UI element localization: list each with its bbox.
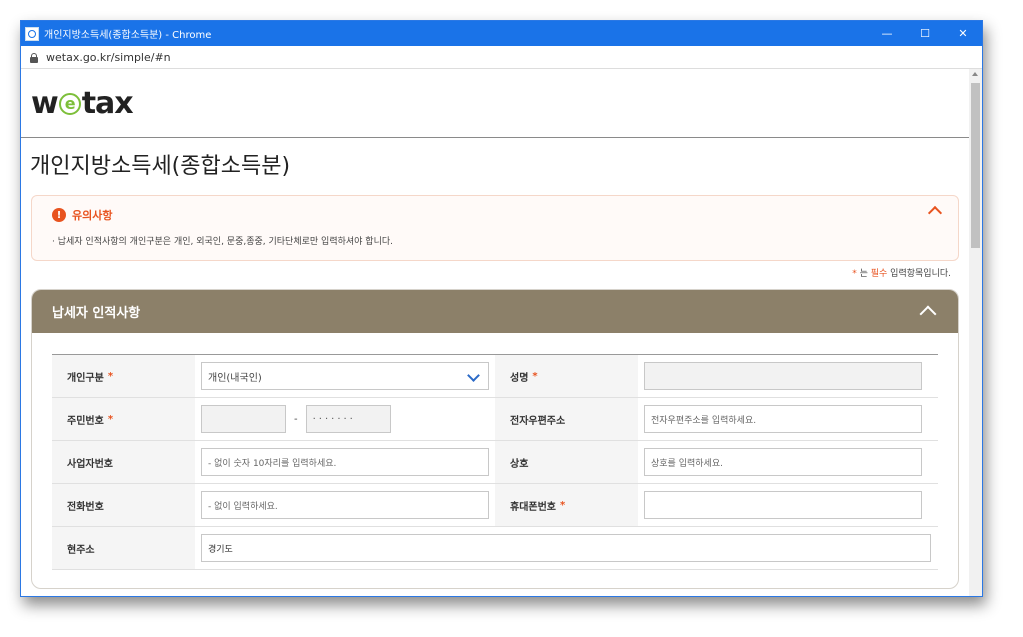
mobile-label: 휴대폰번호 * (495, 484, 638, 526)
rrn-front-input (201, 405, 286, 433)
notice-box: ! 유의사항 · 납세자 인적사항의 개인구분은 개인, 외국인, 문중,종중,… (31, 195, 959, 261)
email-label: 전자우편주소 (495, 398, 638, 440)
required-note: * 는 필수 입력항목입니다. (852, 266, 951, 279)
required-mark: * (107, 370, 114, 382)
wetax-logo[interactable]: w e tax (31, 86, 134, 121)
maximize-button[interactable]: ☐ (906, 21, 944, 46)
form-row: 전화번호 - 없이 입력하세요. 휴대폰번호 * (52, 484, 938, 527)
url-text[interactable]: wetax.go.kr/simple/#n (46, 51, 171, 64)
required-mark: * (560, 499, 566, 511)
email-field-cell: 전자우편주소를 입력하세요. (638, 398, 930, 440)
required-mark: * (107, 413, 114, 425)
logo-text-tax: tax (81, 86, 134, 121)
name-field-cell (638, 355, 930, 397)
chevron-up-icon[interactable] (919, 305, 937, 323)
mobile-label-text: 휴대폰번호 (510, 501, 556, 513)
type-label: 개인구분 * (52, 355, 195, 397)
rrn-field-cell: - ······· (195, 398, 495, 440)
section-title: 납세자 인적사항 (52, 306, 141, 321)
close-button[interactable]: ✕ (944, 21, 982, 46)
rrn-label-text: 주민번호 (67, 415, 104, 427)
page-viewport: w e tax 개인지방소득세(종합소득분) ! 유의사항 · 납세자 인적사항의 … (21, 69, 969, 596)
form-row: 현주소 경기도 (52, 527, 938, 570)
logo-text-w: w (31, 86, 59, 121)
required-note-post: 입력항목입니다. (887, 269, 951, 279)
trade-name-input[interactable]: 상호를 입력하세요. (644, 448, 922, 476)
name-label-text: 성명 (510, 372, 529, 384)
required-mark: * (532, 370, 538, 382)
warning-icon: ! (52, 208, 66, 222)
address-input[interactable]: 경기도 (201, 534, 931, 562)
bizno-input[interactable]: - 없이 숫자 10자리를 입력하세요. (201, 448, 489, 476)
vertical-scrollbar[interactable] (969, 69, 982, 596)
notice-heading[interactable]: ! 유의사항 (52, 207, 112, 223)
form-row: 개인구분 * 개인(내국인) 성명 * (52, 355, 938, 398)
trade-name-label: 상호 (495, 441, 638, 483)
bizno-field-cell: - 없이 숫자 10자리를 입력하세요. (195, 441, 495, 483)
rrn-dash: - (294, 413, 298, 425)
chevron-down-icon (467, 369, 480, 382)
logo-e-icon: e (58, 92, 81, 115)
rrn-label: 주민번호 * (52, 398, 195, 440)
bizno-label: 사업자번호 (52, 441, 195, 483)
window-title: 개인지방소득세(종합소득분) - Chrome (44, 30, 212, 41)
form-row: 사업자번호 - 없이 숫자 10자리를 입력하세요. 상호 상호를 입력하세요. (52, 441, 938, 484)
taxpayer-type-select[interactable]: 개인(내국인) (201, 362, 489, 390)
required-note-emph: 필수 (870, 269, 888, 279)
phone-input[interactable]: - 없이 입력하세요. (201, 491, 489, 519)
phone-label: 전화번호 (52, 484, 195, 526)
scroll-up-arrow-icon[interactable] (972, 72, 978, 76)
minimize-button[interactable]: — (868, 21, 906, 46)
mobile-input[interactable] (644, 491, 922, 519)
scrollbar-thumb[interactable] (971, 83, 980, 248)
phone-field-cell: - 없이 입력하세요. (195, 484, 495, 526)
page-title: 개인지방소득세(종합소득분) (30, 154, 291, 179)
trade-name-field-cell: 상호를 입력하세요. (638, 441, 930, 483)
title-bar: 개인지방소득세(종합소득분) - Chrome — ☐ ✕ (21, 21, 982, 46)
type-label-text: 개인구분 (67, 372, 104, 384)
section-header[interactable]: 납세자 인적사항 (32, 290, 958, 333)
notice-heading-label: 유의사항 (72, 209, 113, 222)
email-input[interactable]: 전자우편주소를 입력하세요. (644, 405, 922, 433)
name-label: 성명 * (495, 355, 638, 397)
lock-icon (30, 52, 38, 63)
address-field-cell: 경기도 (195, 527, 938, 569)
notice-text: · 납세자 인적사항의 개인구분은 개인, 외국인, 문중,종중, 기타단체로만… (52, 237, 393, 247)
name-input (644, 362, 922, 390)
form-row: 주민번호 * - ······· 전자우편주소 전자우편주소를 입력하세요. (52, 398, 938, 441)
address-label: 현주소 (52, 527, 195, 569)
taxpayer-info-section: 납세자 인적사항 개인구분 * 개인(내국인) 성명 * 주민번호 * - ··… (31, 289, 959, 589)
type-field-cell: 개인(내국인) (195, 355, 495, 397)
favicon-icon (25, 26, 39, 41)
required-note-pre: 는 (856, 269, 871, 279)
taxpayer-form: 개인구분 * 개인(내국인) 성명 * 주민번호 * - ······· 전자우… (52, 354, 938, 570)
rrn-back-input: ······· (305, 405, 391, 433)
site-header: w e tax (21, 69, 969, 138)
chevron-up-icon[interactable] (927, 205, 943, 221)
address-bar[interactable]: wetax.go.kr/simple/#n (21, 46, 982, 69)
browser-window: 개인지방소득세(종합소득분) - Chrome — ☐ ✕ wetax.go.k… (20, 20, 983, 597)
taxpayer-type-value: 개인(내국인) (208, 372, 262, 384)
mobile-field-cell (638, 484, 930, 526)
